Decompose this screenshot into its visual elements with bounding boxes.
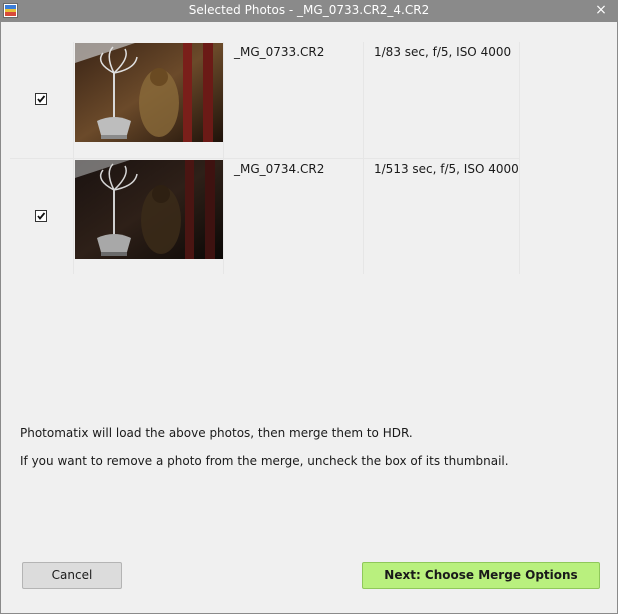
info-text-uncheck: If you want to remove a photo from the m…: [20, 454, 509, 468]
photo-row: _MG_0733.CR2 1/83 sec, f/5, ISO 4000: [10, 42, 520, 158]
exposure-cell: 1/513 sec, f/5, ISO 4000: [363, 159, 520, 274]
photo-checkbox[interactable]: [35, 210, 47, 222]
photo-thumbnail[interactable]: [75, 160, 223, 259]
photo-filename: _MG_0733.CR2: [234, 45, 325, 59]
close-icon[interactable]: ×: [594, 2, 608, 18]
photo-exposure: 1/83 sec, f/5, ISO 4000: [374, 45, 512, 59]
info-text-load: Photomatix will load the above photos, t…: [20, 426, 413, 440]
photo-thumbnail[interactable]: [75, 43, 223, 142]
filename-cell: _MG_0733.CR2: [223, 42, 363, 158]
photo-checkbox[interactable]: [35, 93, 47, 105]
thumbnail-cell: [73, 159, 223, 274]
checkbox-cell: [10, 42, 73, 158]
photo-filename: _MG_0734.CR2: [234, 162, 325, 176]
photo-list: _MG_0733.CR2 1/83 sec, f/5, ISO 4000 _MG…: [10, 42, 520, 274]
filename-cell: _MG_0734.CR2: [223, 159, 363, 274]
window-title: Selected Photos - _MG_0733.CR2_4.CR2: [188, 3, 430, 17]
photo-row: _MG_0734.CR2 1/513 sec, f/5, ISO 4000: [10, 158, 520, 274]
title-bar: Selected Photos - _MG_0733.CR2_4.CR2 ×: [0, 0, 618, 22]
dialog-body: _MG_0733.CR2 1/83 sec, f/5, ISO 4000 _MG…: [0, 22, 618, 614]
exposure-cell: 1/83 sec, f/5, ISO 4000: [363, 42, 520, 158]
cancel-button[interactable]: Cancel: [22, 562, 122, 589]
checkbox-cell: [10, 159, 73, 274]
photo-exposure: 1/513 sec, f/5, ISO 4000: [374, 162, 519, 176]
next-merge-options-button[interactable]: Next: Choose Merge Options: [362, 562, 600, 589]
thumbnail-cell: [73, 42, 223, 158]
